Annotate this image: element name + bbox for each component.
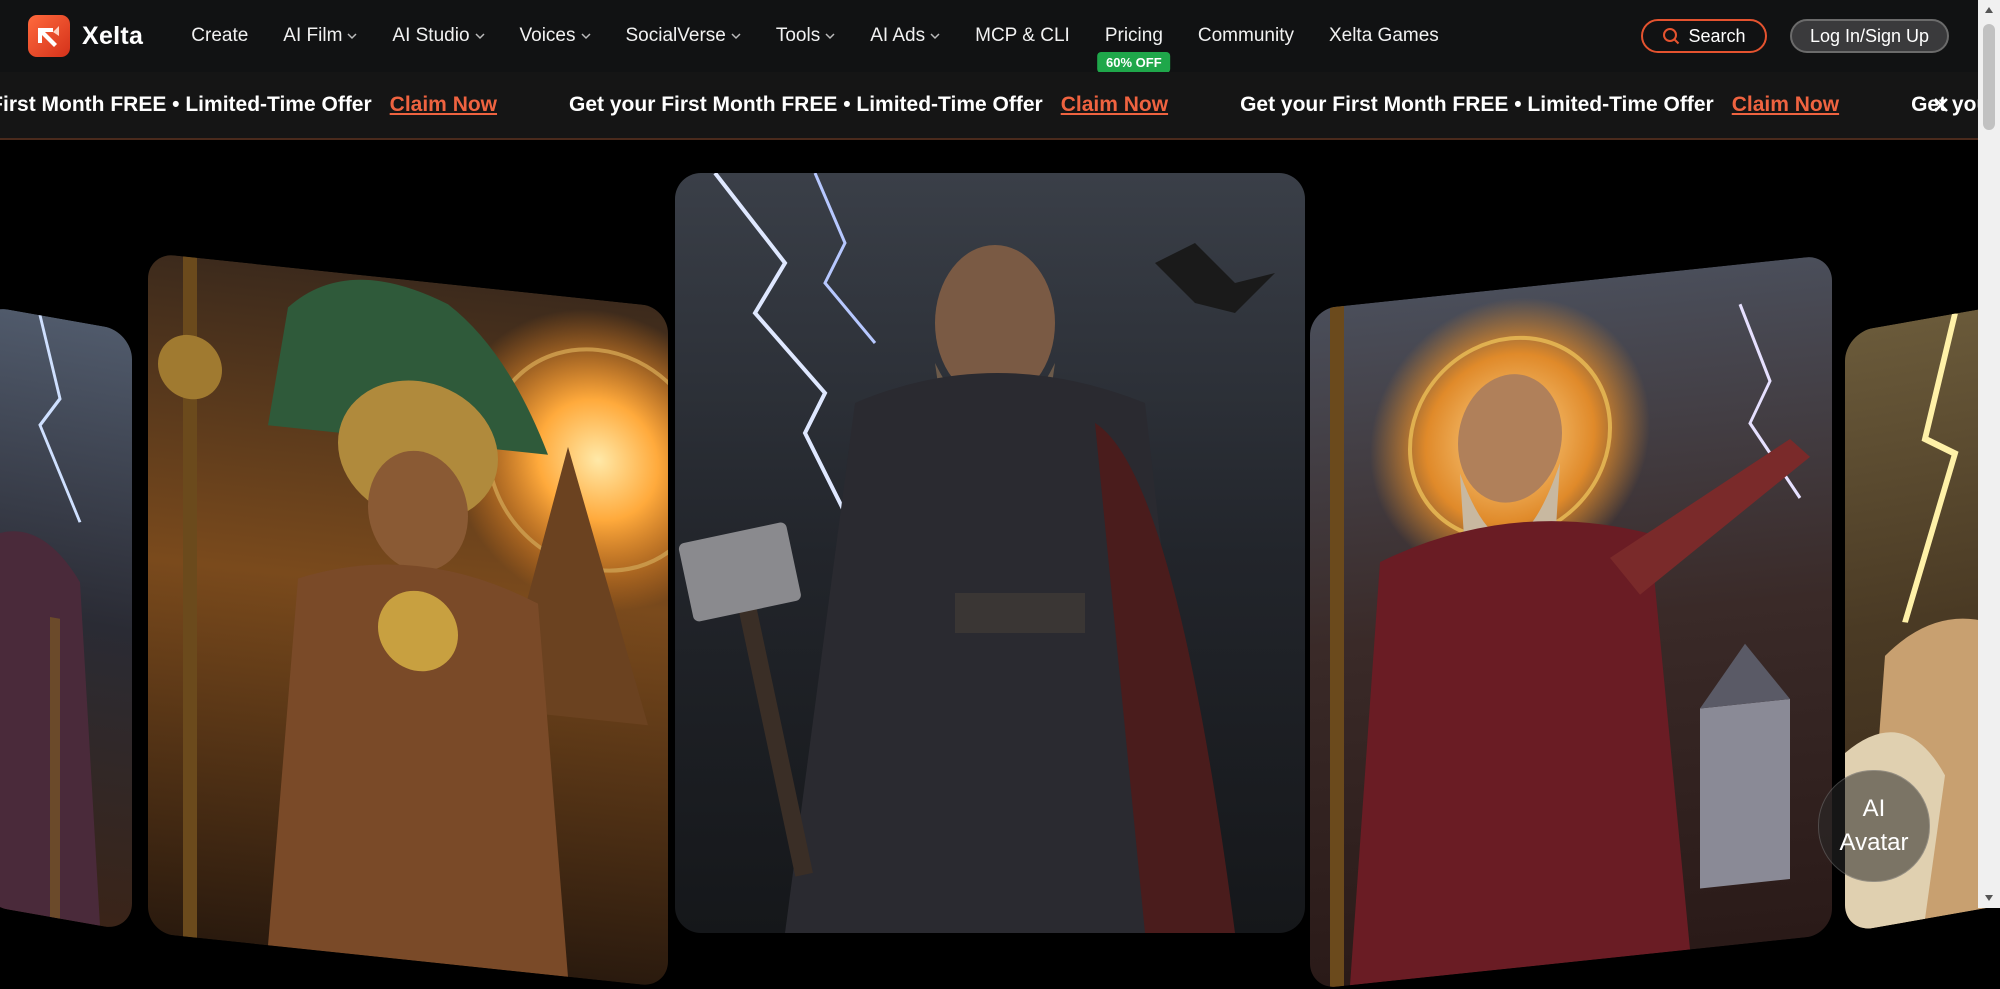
nav-item-xelta-games[interactable]: Xelta Games [1329, 25, 1439, 47]
claim-now-link[interactable]: Claim Now [390, 93, 497, 117]
page-scrollbar[interactable] [1978, 0, 2000, 908]
claim-now-link[interactable]: Claim Now [1732, 93, 1839, 117]
nav-item-tools[interactable]: Tools [776, 25, 835, 47]
claim-now-link[interactable]: Claim Now [1061, 93, 1168, 117]
nav-item-label: Xelta Games [1328, 25, 1439, 46]
nav-item-label: SocialVerse [625, 25, 726, 46]
login-signup-button[interactable]: Log In/Sign Up [1790, 19, 1949, 53]
nav-item-label: MCP & CLI [975, 25, 1070, 46]
nav-item-label: Community [1197, 25, 1294, 46]
storm-sorcerer-card[interactable] [0, 304, 132, 932]
main-menu: Create AI Film AI Studio Voices SocialVerse T… [191, 25, 1474, 73]
promo-item: Get your First Month FREE • Limited-Time… [1240, 93, 1839, 117]
nav-item-socialverse[interactable]: SocialVerse [626, 25, 741, 47]
aztec-warrior-card[interactable] [148, 252, 668, 988]
promo-item: Get your First Month FREE • Limited-Time… [0, 93, 497, 117]
nav-item-create[interactable]: Create [191, 25, 248, 47]
promo-text: Get your First Month FREE • Limited-Time… [0, 93, 372, 116]
nav-item-ai-studio[interactable]: AI Studio [392, 25, 485, 47]
scrollbar-thumb[interactable] [1983, 24, 1995, 130]
nav-item-label: AI Ads [870, 25, 926, 46]
nav-item-ai-ads[interactable]: AI Ads [870, 25, 940, 47]
search-label: Search [1688, 25, 1746, 46]
chevron-down-icon [731, 32, 741, 40]
nav-item-ai-film[interactable]: AI Film [283, 25, 357, 47]
scroll-up-arrow-icon[interactable] [1984, 6, 1994, 14]
xelta-logo-icon [28, 15, 70, 57]
top-navigation: Xelta Create AI Film AI Studio Voices Social… [0, 0, 1978, 73]
nav-item-mcp-cli[interactable]: MCP & CLI [975, 25, 1070, 47]
nav-item-label: AI Film [283, 25, 343, 46]
search-button[interactable]: Search [1641, 19, 1767, 53]
nav-item-pricing[interactable]: Pricing 60% OFF [1097, 25, 1171, 73]
search-icon [1663, 28, 1680, 45]
promo-banner: Get your First Month FREE • Limited-Time… [0, 72, 1978, 140]
chevron-down-icon [825, 32, 835, 40]
promo-item: Get your First Month FREE • Limited-Time… [569, 93, 1168, 117]
ai-avatar-label-line2: Avatar [1839, 829, 1909, 856]
promo-text: Get your First Month FREE • Limited-Time… [569, 93, 1043, 116]
close-icon[interactable] [1928, 92, 1954, 118]
scroll-down-arrow-icon[interactable] [1984, 894, 1994, 902]
nav-item-label: AI Studio [392, 25, 470, 46]
promo-ticker: Get your First Month FREE • Limited-Time… [0, 72, 1978, 138]
nav-item-label: Tools [775, 25, 821, 46]
bearded-sage-card[interactable] [1310, 254, 1832, 989]
discount-badge: 60% OFF [1097, 52, 1171, 73]
nav-item-label: Create [191, 25, 249, 46]
chevron-down-icon [580, 32, 591, 40]
brand-logo[interactable]: Xelta [28, 15, 143, 57]
brand-name: Xelta [82, 21, 144, 50]
chevron-down-icon [474, 32, 485, 40]
nav-item-label: Voices [519, 25, 576, 46]
chevron-down-icon [347, 32, 357, 40]
promo-text: Get your First Month FREE • Limited-Time… [1240, 93, 1714, 116]
nav-item-community[interactable]: Community [1198, 25, 1294, 47]
thunder-god-card[interactable] [675, 173, 1305, 933]
nav-item-voices[interactable]: Voices [520, 25, 591, 47]
chevron-down-icon [930, 32, 940, 40]
ai-avatar-button[interactable]: AI Avatar [1818, 770, 1930, 882]
nav-item-label: Pricing [1104, 25, 1163, 46]
ai-avatar-label-line1: AI [1862, 795, 1886, 822]
